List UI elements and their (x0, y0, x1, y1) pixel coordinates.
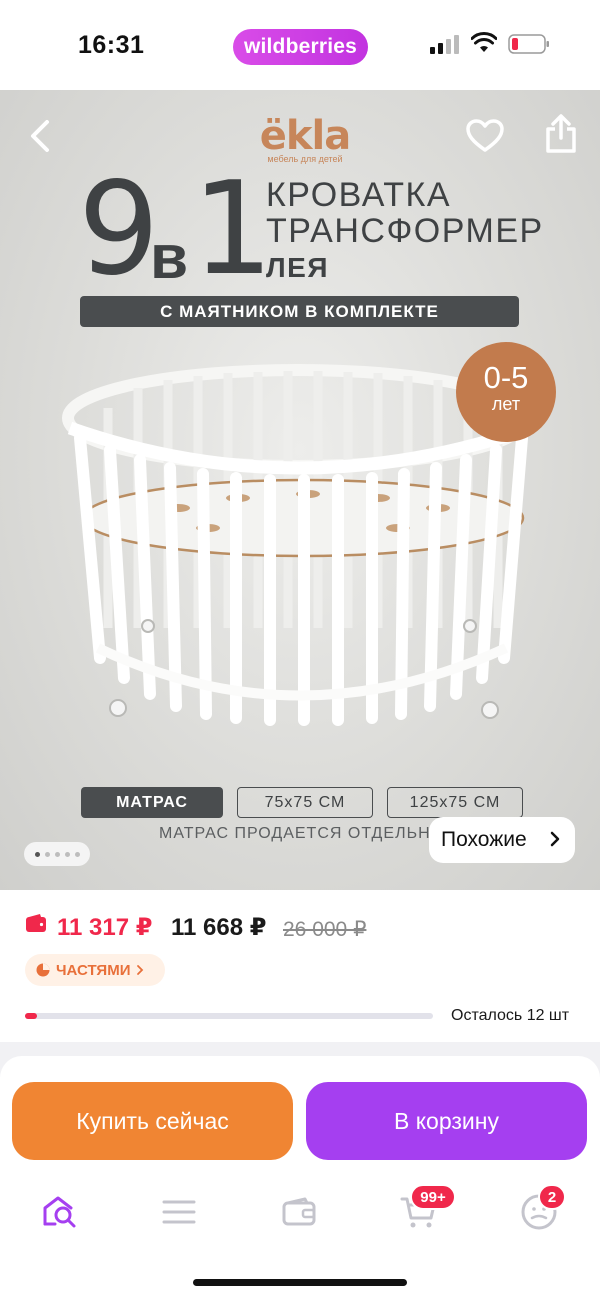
brand-logo-text: ёkla (259, 113, 351, 159)
share-button[interactable] (538, 110, 584, 158)
headline-word-v: в (150, 223, 189, 292)
stock-progress-bar (25, 1013, 433, 1019)
product-image-carousel[interactable]: ёkla мебель для детей 9 в 1 КРОВАТКА ТРА… (0, 90, 600, 890)
carousel-dot (34, 851, 40, 857)
age-badge-unit: лет (491, 394, 521, 414)
pendulum-label: С МАЯТНИКОМ В КОМПЛЕКТЕ (80, 296, 519, 327)
app-brand-pill: wildberries (233, 29, 368, 65)
cellular-signal-icon (430, 35, 459, 54)
menu-icon (162, 1200, 196, 1224)
status-bar: 16:31 wildberries (0, 0, 600, 90)
tab-catalog[interactable] (157, 1190, 201, 1234)
carousel-dot (64, 851, 70, 857)
similar-products-label: Похожие (441, 828, 527, 851)
pie-chart-icon (36, 963, 50, 977)
back-button[interactable] (18, 114, 62, 158)
favorite-button[interactable] (462, 114, 508, 158)
cart-count-badge: 99+ (410, 1184, 456, 1210)
home-search-icon (43, 1196, 76, 1228)
chevron-right-icon (137, 965, 144, 975)
wallet-icon (26, 914, 46, 932)
title-line-1: КРОВАТКА (266, 176, 452, 214)
old-price: 26 000 ₽ (283, 918, 367, 941)
mattress-note: МАТРАС ПРОДАЕТСЯ ОТДЕЛЬНО (159, 825, 445, 842)
tab-wallet[interactable] (277, 1190, 321, 1234)
title-line-3: ЛЕЯ (266, 252, 329, 283)
buy-now-button[interactable]: Купить сейчас (12, 1082, 293, 1160)
stock-progress-fill (25, 1013, 38, 1019)
installment-button[interactable]: ЧАСТЯМИ (25, 954, 165, 986)
stock-remaining: Осталось 12 шт (451, 1007, 570, 1024)
status-time: 16:31 (78, 31, 145, 59)
chevron-right-icon (550, 831, 560, 847)
bottom-tab-bar (0, 1180, 600, 1244)
wallet-price: 11 317 ₽ (57, 914, 153, 941)
option-size-125x75: 125х75 СМ (387, 787, 523, 818)
carousel-indicator (24, 842, 90, 866)
share-icon (546, 114, 576, 153)
headline-number-9: 9 (78, 155, 159, 304)
chevron-left-icon (31, 120, 49, 152)
wallet-tab-icon (282, 1197, 316, 1226)
profile-notification-badge: 2 (538, 1184, 566, 1210)
option-mattress: МАТРАС (81, 787, 223, 818)
mattress-options: МАТРАС 75х75 СМ 125х75 СМ (81, 787, 523, 818)
heart-icon (466, 119, 504, 152)
carousel-dot (54, 851, 60, 857)
tab-home[interactable] (38, 1190, 82, 1234)
title-line-2: ТРАНСФОРМЕР (266, 212, 544, 250)
add-to-cart-button[interactable]: В корзину (306, 1082, 587, 1160)
battery-icon (508, 34, 549, 54)
regular-price: 11 668 ₽ (171, 914, 267, 941)
wifi-icon (471, 32, 497, 52)
price-card: 11 317 ₽ 11 668 ₽ 26 000 ₽ ЧАСТЯМИ Остал… (0, 890, 600, 1042)
age-badge-value: 0-5 (483, 360, 529, 395)
option-size-75x75: 75х75 СМ (237, 787, 373, 818)
age-badge: 0-5 лет (456, 342, 556, 442)
headline-number-1: 1 (192, 155, 274, 304)
carousel-dot (74, 851, 80, 857)
home-indicator (193, 1279, 407, 1286)
installment-label: ЧАСТЯМИ (56, 961, 131, 979)
carousel-dot (44, 851, 50, 857)
similar-products-button[interactable]: Похожие (429, 817, 575, 863)
